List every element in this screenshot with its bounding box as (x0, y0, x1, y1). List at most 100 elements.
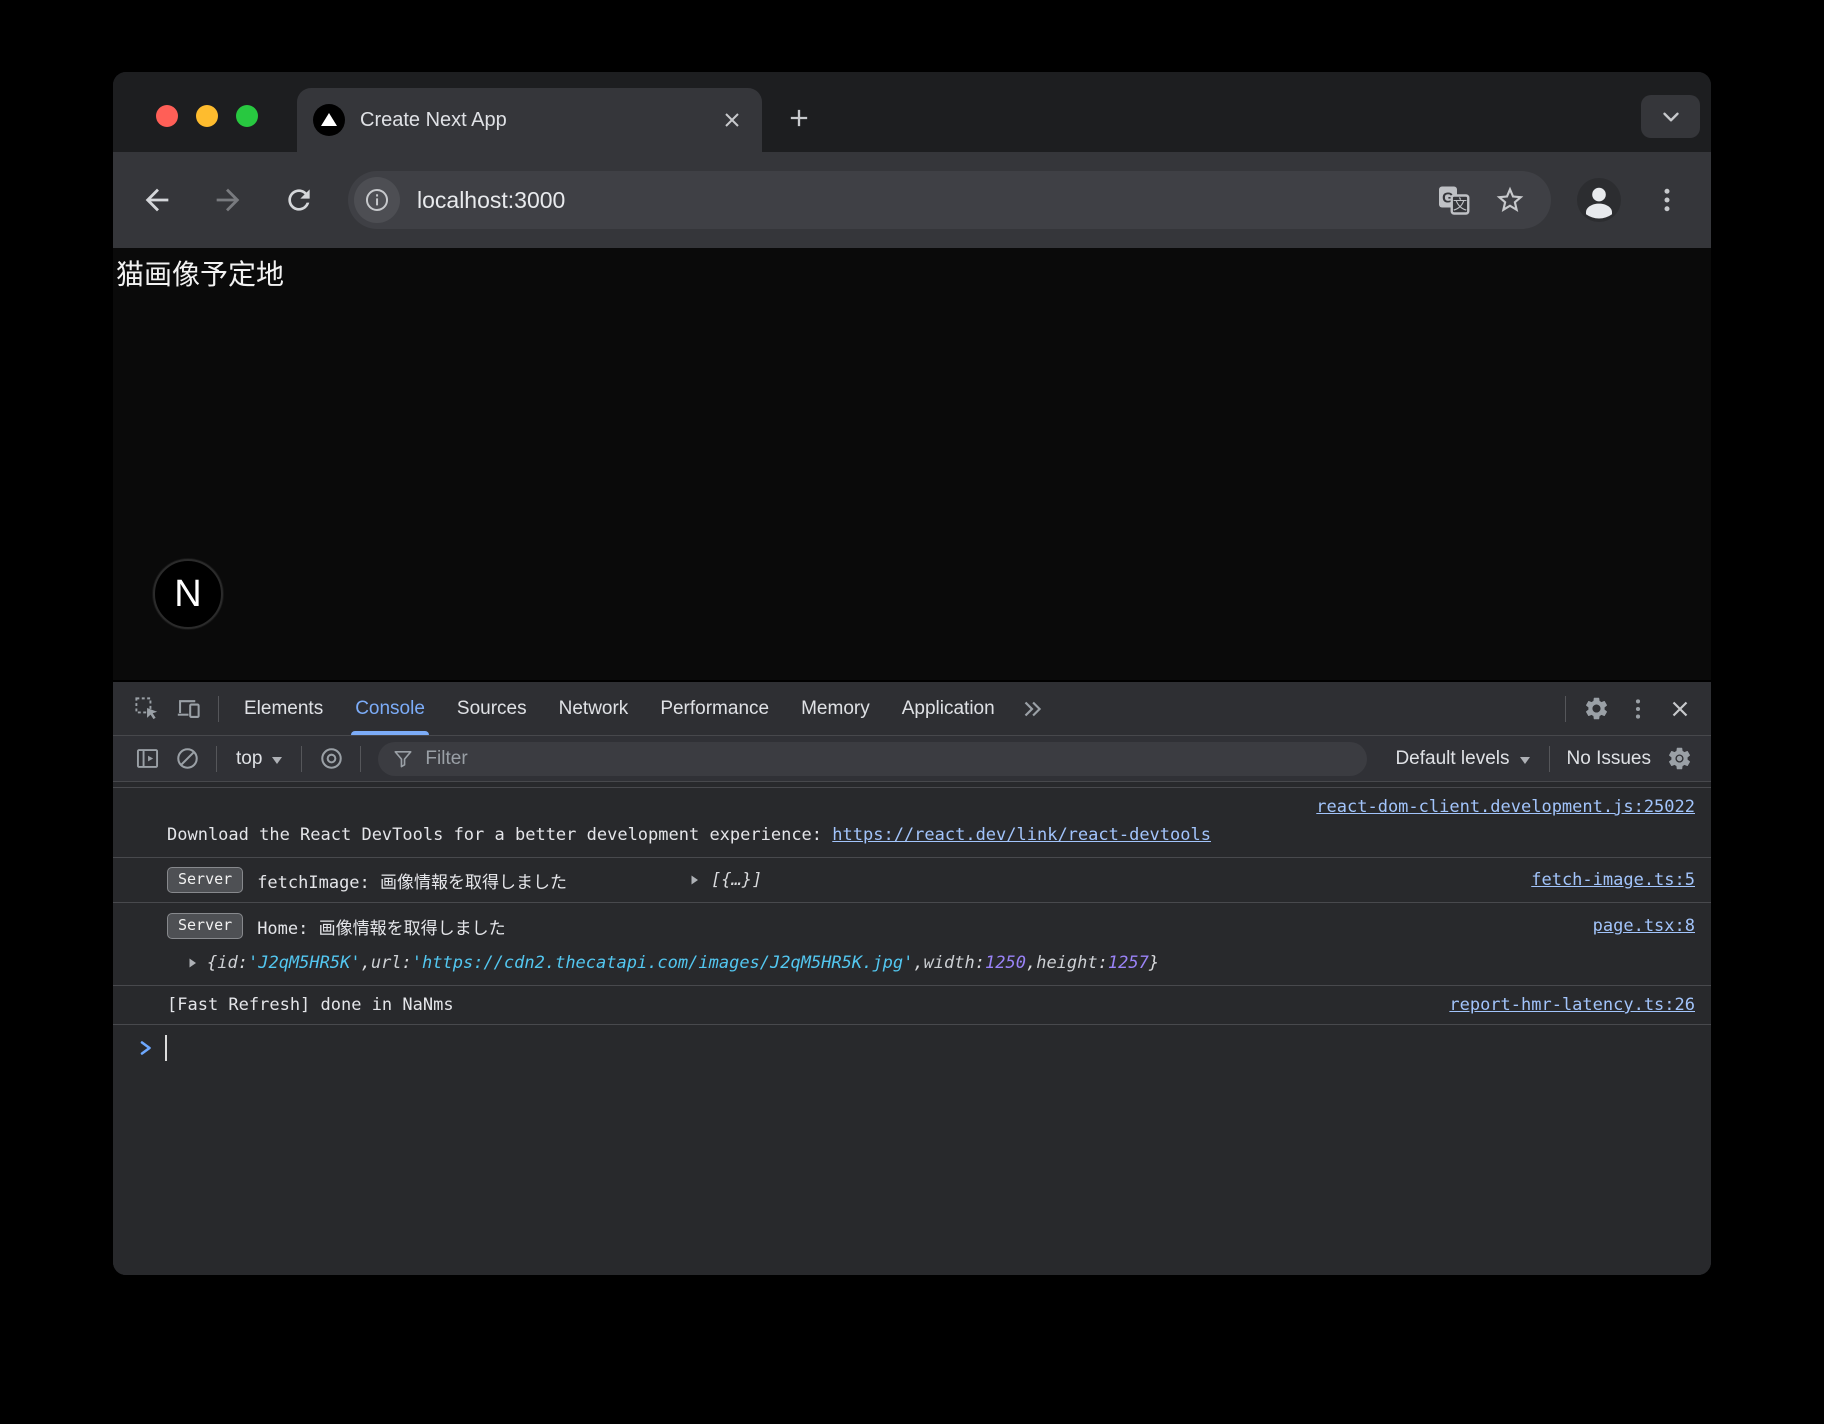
new-tab-button[interactable] (777, 96, 821, 140)
address-bar[interactable]: localhost:3000 G 文 (348, 171, 1551, 229)
forward-button[interactable] (206, 178, 250, 222)
gear-icon (1583, 695, 1610, 722)
message-text: [Fast Refresh] done in NaNms (167, 995, 454, 1015)
devtools-settings-button[interactable] (1575, 688, 1617, 730)
close-icon (720, 108, 744, 132)
devtools-close-button[interactable] (1659, 688, 1701, 730)
devtools-menu-button[interactable] (1617, 688, 1659, 730)
object-number-value: 1250 (985, 953, 1026, 973)
source-link[interactable]: react-dom-client.development.js:25022 (1316, 795, 1695, 819)
message-text: Home: 画像情報を取得しました (257, 914, 505, 939)
translate-icon: G 文 (1436, 182, 1472, 218)
object-key: width (924, 953, 975, 973)
object-key: id (217, 953, 237, 973)
caret-down-icon (1520, 757, 1530, 764)
divider (301, 746, 302, 772)
reload-button[interactable] (277, 178, 321, 222)
tab-elements[interactable]: Elements (228, 682, 339, 735)
caret-down-icon (272, 757, 282, 764)
console-log: react-dom-client.development.js:25022 Do… (113, 782, 1711, 1275)
double-chevron-right-icon (1019, 696, 1045, 722)
server-badge: Server (167, 867, 243, 893)
close-window-button[interactable] (156, 105, 178, 127)
tab-close-button[interactable] (716, 104, 748, 136)
message-text: fetchImage: 画像情報を取得しました (257, 868, 567, 893)
forward-arrow-icon (211, 183, 245, 217)
divider (360, 746, 361, 772)
message-text: Download the React DevTools for a better… (167, 825, 832, 845)
source-link[interactable]: fetch-image.ts:5 (1531, 870, 1695, 890)
info-icon (363, 186, 391, 214)
browser-menu-button[interactable] (1647, 180, 1687, 220)
inspect-element-button[interactable] (125, 688, 167, 730)
inspect-cursor-icon (133, 695, 160, 722)
issues-counter[interactable]: No Issues (1559, 748, 1659, 770)
more-tabs-button[interactable] (1011, 688, 1053, 730)
device-toolbar-icon (175, 695, 202, 722)
console-sidebar-button[interactable] (127, 739, 167, 779)
clear-icon (174, 745, 201, 772)
tab-strip: Create Next App (113, 72, 1711, 152)
minimize-window-button[interactable] (196, 105, 218, 127)
url-text[interactable]: localhost:3000 (417, 187, 1421, 214)
avatar-icon (1575, 176, 1623, 224)
expand-triangle-icon[interactable] (687, 873, 701, 887)
divider (1549, 746, 1550, 772)
console-toolbar: top Default levels No Issues (113, 736, 1711, 782)
site-info-button[interactable] (354, 177, 400, 223)
source-link[interactable]: report-hmr-latency.ts:26 (1449, 995, 1695, 1015)
tab-sources[interactable]: Sources (441, 682, 543, 735)
kebab-menu-icon (1625, 696, 1651, 722)
tab-search-button[interactable] (1641, 95, 1700, 138)
react-devtools-link[interactable]: https://react.dev/link/react-devtools (832, 825, 1211, 845)
kebab-menu-icon (1652, 185, 1682, 215)
object-preview-collapsed[interactable]: [{…}] (711, 870, 762, 890)
profile-button[interactable] (1575, 176, 1623, 224)
levels-label: Default levels (1395, 748, 1509, 770)
traffic-lights (156, 105, 258, 127)
console-prompt[interactable] (113, 1025, 1711, 1071)
console-settings-button[interactable] (1659, 739, 1699, 779)
divider (216, 746, 217, 772)
tab-console[interactable]: Console (339, 682, 441, 735)
tab-application[interactable]: Application (886, 682, 1011, 735)
object-string-value: 'J2qM5HR5K' (248, 953, 361, 973)
filter-input[interactable] (425, 748, 1353, 770)
close-icon (1667, 696, 1693, 722)
device-toolbar-button[interactable] (167, 688, 209, 730)
browser-toolbar: localhost:3000 G 文 (113, 152, 1711, 248)
object-brace: } (1149, 953, 1159, 973)
reload-icon (283, 184, 315, 216)
object-colon: : (1098, 953, 1108, 973)
back-button[interactable] (135, 178, 179, 222)
server-badge: Server (167, 913, 243, 939)
browser-tab[interactable]: Create Next App (297, 88, 762, 152)
translate-button[interactable]: G 文 (1431, 177, 1477, 223)
object-colon: : (238, 953, 248, 973)
gear-icon (1666, 745, 1693, 772)
bookmark-button[interactable] (1487, 177, 1533, 223)
svg-text:文: 文 (1453, 197, 1467, 214)
cat-image-placeholder-text: 猫画像予定地 (116, 253, 284, 293)
tab-network[interactable]: Network (543, 682, 645, 735)
back-arrow-icon (140, 183, 174, 217)
object-preview-expanded-line[interactable]: {id: 'J2qM5HR5K', url: 'https://cdn2.the… (167, 945, 1695, 981)
source-link[interactable]: page.tsx:8 (1593, 916, 1695, 936)
execution-context-select[interactable]: top (226, 748, 292, 770)
log-levels-select[interactable]: Default levels (1385, 748, 1539, 770)
live-expression-button[interactable] (311, 739, 351, 779)
tab-memory[interactable]: Memory (785, 682, 886, 735)
tab-performance[interactable]: Performance (644, 682, 785, 735)
console-sidebar-icon (134, 745, 161, 772)
object-brace: { (207, 953, 217, 973)
zoom-window-button[interactable] (236, 105, 258, 127)
expand-triangle-icon[interactable] (185, 956, 199, 970)
context-label: top (236, 748, 262, 770)
clear-console-button[interactable] (167, 739, 207, 779)
console-filter[interactable] (378, 742, 1367, 776)
browser-window: Create Next App (113, 72, 1711, 1275)
nextjs-dev-badge[interactable]: N (153, 559, 223, 629)
console-message-fast-refresh: [Fast Refresh] done in NaNms report-hmr-… (113, 986, 1711, 1025)
nextjs-logo-letter: N (174, 573, 201, 616)
divider (1565, 696, 1566, 722)
